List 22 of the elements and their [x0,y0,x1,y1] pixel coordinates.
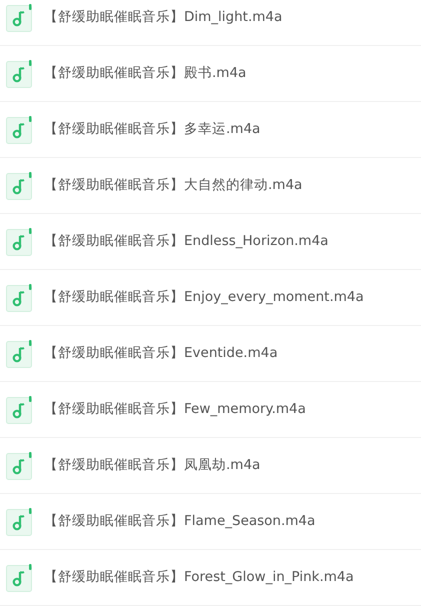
audio-file-icon [6,60,33,88]
audio-file-icon [6,172,33,200]
file-name[interactable]: 【舒缓助眠催眠音乐】Few_memory.m4a [44,399,306,420]
audio-file-icon [6,284,33,312]
file-name[interactable]: 【舒缓助眠催眠音乐】大自然的律动.m4a [44,175,302,196]
file-name[interactable]: 【舒缓助眠催眠音乐】Flame_Season.m4a [44,511,316,532]
file-name[interactable]: 【舒缓助眠催眠音乐】Forest_Glow_in_Pink.m4a [44,567,354,588]
audio-file-icon [6,396,33,424]
audio-file-icon [6,564,33,592]
file-name[interactable]: 【舒缓助眠催眠音乐】凤凰劫.m4a [44,455,260,476]
audio-file-icon [6,116,33,144]
file-name[interactable]: 【舒缓助眠催眠音乐】Eventide.m4a [44,343,278,364]
file-name[interactable]: 【舒缓助眠催眠音乐】殿书.m4a [44,63,246,84]
file-name[interactable]: 【舒缓助眠催眠音乐】Dim_light.m4a [44,7,282,28]
audio-file-icon [6,228,33,256]
file-name[interactable]: 【舒缓助眠催眠音乐】Endless_Horizon.m4a [44,231,328,252]
audio-file-icon [6,4,33,32]
file-name[interactable]: 【舒缓助眠催眠音乐】Enjoy_every_moment.m4a [44,287,364,308]
file-name[interactable]: 【舒缓助眠催眠音乐】多幸运.m4a [44,119,260,140]
audio-file-icon [6,340,33,368]
audio-file-icon [6,508,33,536]
audio-file-icon [6,452,33,480]
